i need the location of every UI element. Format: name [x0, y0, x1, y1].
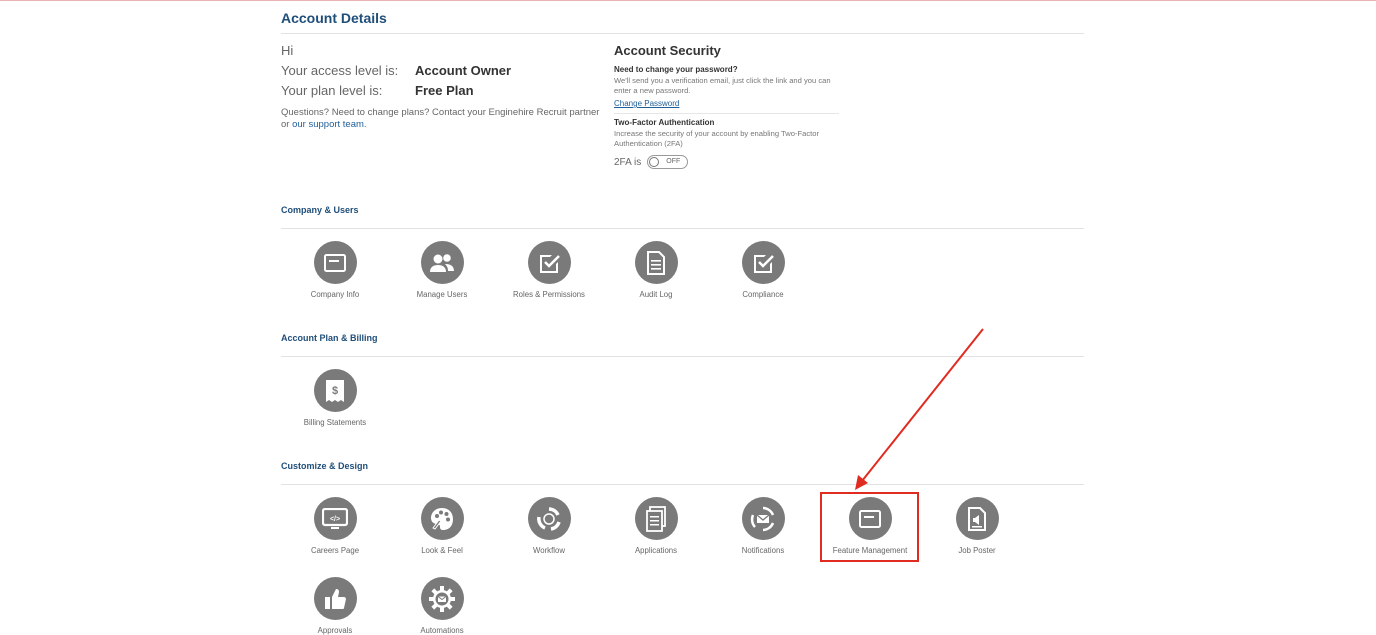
annotation-arrow — [855, 328, 984, 490]
